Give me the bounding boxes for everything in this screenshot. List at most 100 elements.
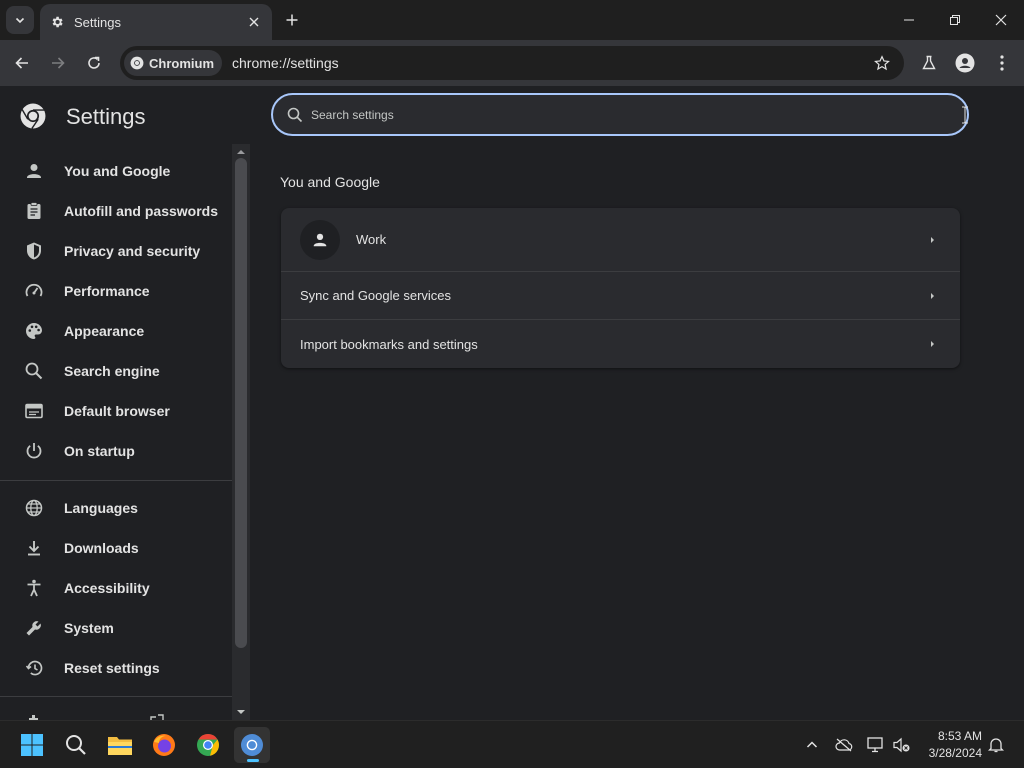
sidebar-scrollbar[interactable] (232, 144, 250, 720)
taskbar-search-button[interactable] (58, 727, 94, 763)
folder-icon (108, 737, 132, 755)
restore-button[interactable] (932, 0, 978, 40)
tab-settings[interactable]: Settings (40, 4, 272, 40)
person-icon (313, 233, 327, 246)
sidebar-item-label: Autofill and passwords (64, 203, 219, 219)
sidebar-item-label: Accessibility (64, 580, 150, 596)
sidebar-item-label: Default browser (64, 403, 170, 419)
profile-button[interactable] (951, 49, 979, 77)
browser-toolbar: Chromium chrome://settings (0, 40, 1024, 86)
sidebar-item-you-and-google[interactable]: You and Google (0, 151, 232, 191)
sidebar-item-system[interactable]: System (0, 608, 232, 648)
browser-window-icon (25, 403, 43, 419)
scroll-up-icon[interactable] (236, 147, 246, 157)
sidebar-divider (0, 696, 232, 697)
sidebar-item-default-browser[interactable]: Default browser (0, 391, 232, 431)
gear-icon (52, 16, 63, 28)
accessibility-icon (27, 579, 41, 597)
sidebar-item-languages[interactable]: Languages (0, 488, 232, 528)
forward-button[interactable] (44, 49, 72, 77)
start-button[interactable] (14, 727, 50, 763)
profile-icon (955, 53, 975, 73)
history-icon (25, 660, 43, 676)
sidebar-item-accessibility[interactable]: Accessibility (0, 568, 232, 608)
bell-icon (988, 738, 1004, 753)
close-window-button[interactable] (978, 0, 1024, 40)
chromium-taskbar-button[interactable] (234, 727, 270, 763)
site-info-chip[interactable]: Chromium (124, 50, 222, 76)
show-hidden-icons-button[interactable] (802, 735, 822, 755)
sidebar-item-label: Downloads (64, 540, 139, 556)
back-button[interactable] (8, 49, 36, 77)
sidebar-item-on-startup[interactable]: On startup (0, 431, 232, 471)
chip-label: Chromium (149, 55, 214, 71)
monitor-network-icon (867, 737, 883, 753)
row-label: Import bookmarks and settings (300, 336, 478, 352)
scroll-down-icon[interactable] (236, 707, 246, 717)
labs-button[interactable] (915, 49, 943, 77)
sidebar-item-search-engine[interactable]: Search engine (0, 351, 232, 391)
sidebar-item-label: Reset settings (64, 660, 160, 676)
download-icon (28, 541, 40, 556)
tab-title: Settings (74, 14, 121, 30)
reload-button[interactable] (80, 49, 108, 77)
profile-row-work[interactable]: Work (281, 208, 960, 271)
search-icon (287, 107, 303, 122)
chromium-icon (241, 734, 263, 756)
search-icon (66, 735, 86, 755)
settings-sidebar: You and Google Autofill and passwords Pr… (0, 146, 232, 720)
volume-tray-button[interactable] (892, 735, 912, 755)
minimize-button[interactable] (886, 0, 932, 40)
menu-button[interactable] (988, 49, 1016, 77)
speedometer-icon (25, 283, 43, 297)
sidebar-item-label: On startup (64, 443, 135, 459)
more-vert-icon (1000, 55, 1004, 71)
tab-search-button[interactable] (6, 6, 34, 34)
new-tab-button[interactable] (280, 8, 304, 32)
wrench-icon (26, 621, 41, 636)
chevron-right-icon (931, 341, 934, 347)
clock-time: 8:53 AM (937, 729, 982, 743)
minimize-icon (904, 19, 914, 21)
clock-date: 3/28/2024 (928, 746, 982, 760)
tab-strip: Settings (0, 0, 1024, 40)
sidebar-item-label: You and Google (64, 163, 171, 179)
firefox-button[interactable] (146, 727, 182, 763)
sidebar-item-label: Languages (64, 500, 138, 516)
network-tray-button[interactable] (866, 735, 886, 755)
sidebar-item-reset-settings[interactable]: Reset settings (0, 648, 232, 688)
system-clock[interactable]: 8:53 AM 3/28/2024 (929, 728, 982, 762)
search-input[interactable] (311, 107, 931, 122)
forward-arrow-icon (52, 57, 65, 69)
sync-services-row[interactable]: Sync and Google services (281, 272, 960, 319)
sidebar-item-performance[interactable]: Performance (0, 271, 232, 311)
close-icon (249, 17, 259, 27)
bookmark-star-button[interactable] (872, 53, 892, 73)
close-icon (995, 14, 1007, 26)
url-text[interactable]: chrome://settings (232, 55, 339, 71)
chevron-right-icon (931, 236, 934, 243)
windows-logo-icon (21, 734, 43, 756)
import-bookmarks-row[interactable]: Import bookmarks and settings (281, 320, 960, 368)
sidebar-item-appearance[interactable]: Appearance (0, 311, 232, 351)
onedrive-tray-button[interactable] (834, 735, 854, 755)
sidebar-item-privacy[interactable]: Privacy and security (0, 231, 232, 271)
file-explorer-button[interactable] (102, 727, 138, 763)
sidebar-item-label: Search engine (64, 363, 160, 379)
chevron-up-icon (806, 741, 818, 748)
sidebar-item-downloads[interactable]: Downloads (0, 528, 232, 568)
chevron-down-icon (15, 17, 25, 24)
cloud-offline-icon (835, 738, 853, 752)
chrome-button[interactable] (190, 727, 226, 763)
notifications-button[interactable] (986, 735, 1006, 755)
globe-icon (25, 499, 43, 517)
scrollbar-thumb[interactable] (235, 158, 247, 648)
taskbar: 8:53 AM 3/28/2024 (0, 720, 1024, 768)
sidebar-item-autofill[interactable]: Autofill and passwords (0, 191, 232, 231)
close-tab-button[interactable] (246, 14, 262, 30)
sidebar-item-label: Appearance (64, 323, 145, 339)
section-title: You and Google (280, 174, 380, 190)
settings-page: Settings You and Google Autofill and pas… (0, 86, 1024, 720)
settings-search-box[interactable] (271, 93, 969, 136)
address-bar[interactable]: Chromium chrome://settings (120, 46, 904, 80)
